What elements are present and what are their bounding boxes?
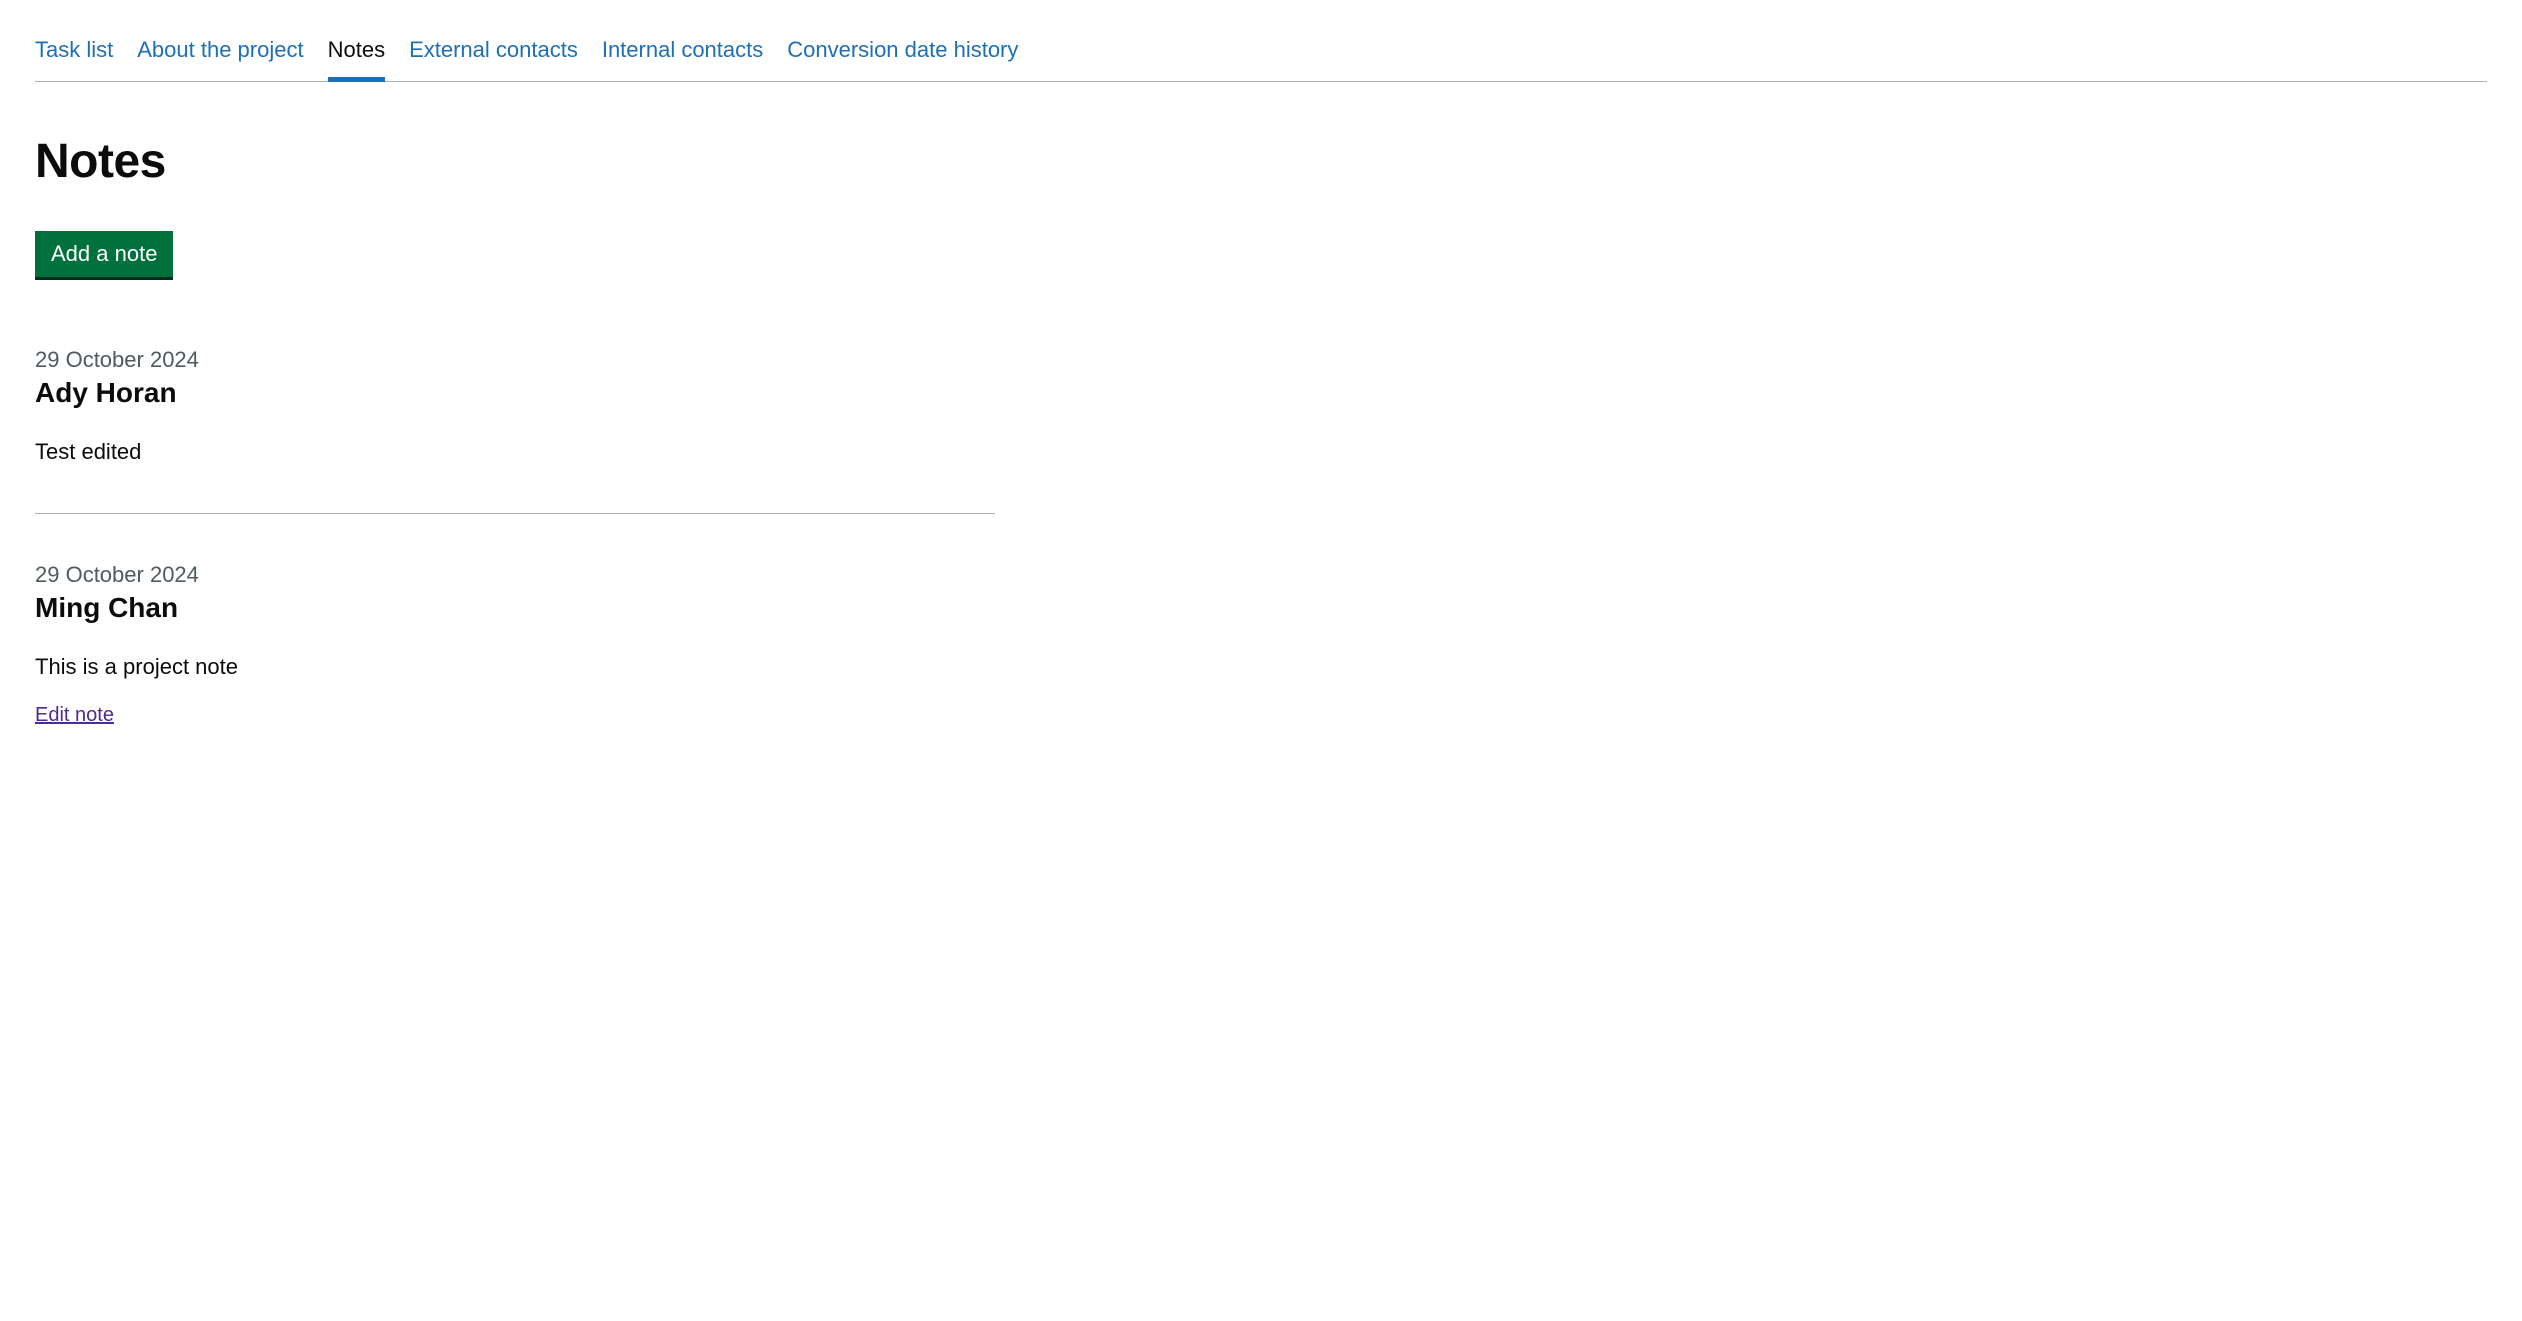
note-body: Test edited [35, 439, 995, 465]
note-date: 29 October 2024 [35, 347, 995, 373]
tab-notes[interactable]: Notes [328, 36, 385, 82]
add-note-button[interactable]: Add a note [35, 231, 173, 277]
edit-note-link[interactable]: Edit note [35, 704, 114, 727]
note-author: Ming Chan [35, 592, 995, 624]
tab-internal-contacts[interactable]: Internal contacts [602, 36, 763, 81]
tab-navigation: Task list About the project Notes Extern… [35, 0, 2487, 82]
note-item: 29 October 2024 Ming Chan This is a proj… [35, 562, 995, 775]
tab-conversion-date-history[interactable]: Conversion date history [787, 36, 1018, 81]
main-content: Notes Add a note 29 October 2024 Ady Hor… [35, 82, 2487, 775]
notes-list: 29 October 2024 Ady Horan Test edited 29… [35, 347, 995, 775]
note-date: 29 October 2024 [35, 562, 995, 588]
note-item: 29 October 2024 Ady Horan Test edited [35, 347, 995, 514]
note-author: Ady Horan [35, 377, 995, 409]
tab-external-contacts[interactable]: External contacts [409, 36, 578, 81]
note-body: This is a project note [35, 654, 995, 680]
tab-about-project[interactable]: About the project [137, 36, 303, 81]
tab-task-list[interactable]: Task list [35, 36, 113, 81]
page-title: Notes [35, 134, 2487, 189]
